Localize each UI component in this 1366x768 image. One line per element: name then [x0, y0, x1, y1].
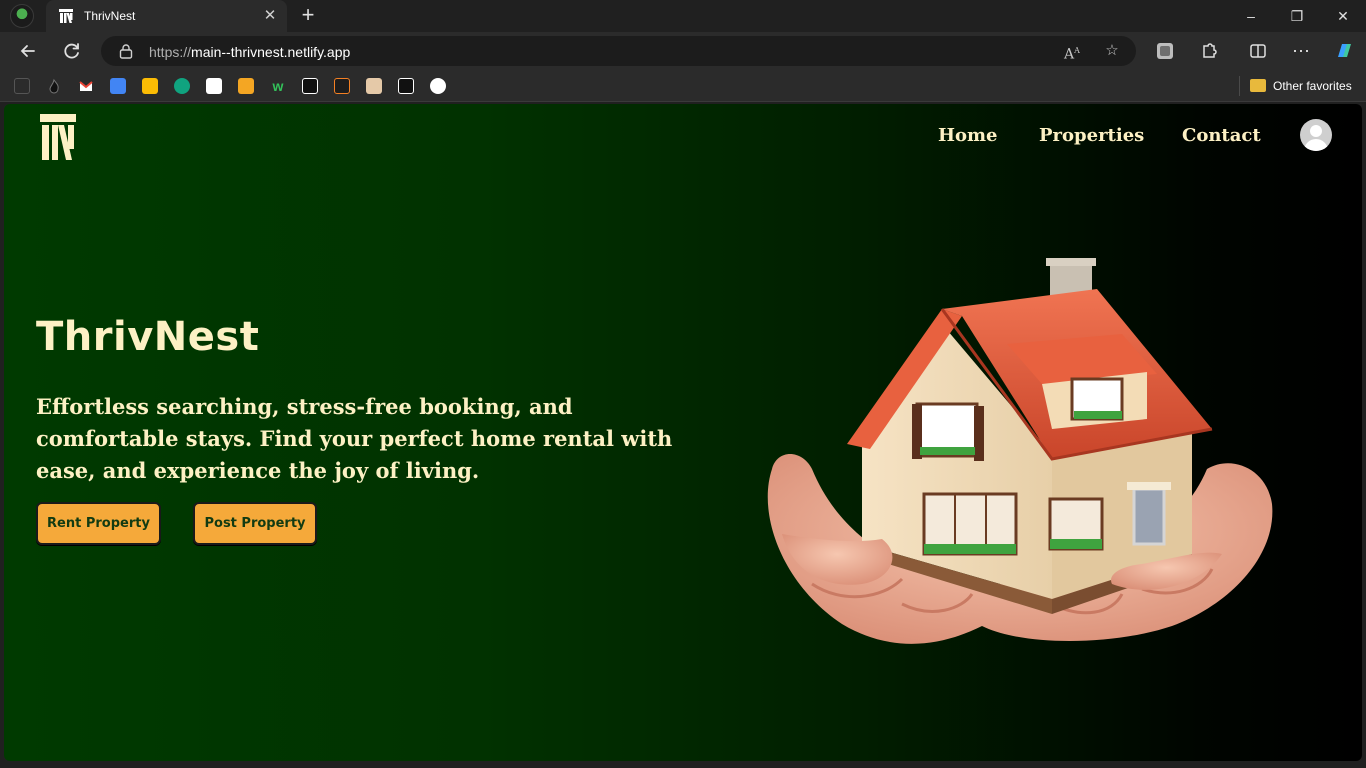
bookmark-bookmark-icon[interactable]: [238, 78, 254, 94]
bookmark-flame-icon[interactable]: [46, 78, 62, 94]
browser-toolbar: https://main--thrivnest.netlify.app AA ☆…: [0, 32, 1366, 70]
thrivnest-logo[interactable]: [40, 114, 76, 160]
folder-icon[interactable]: [1250, 79, 1266, 92]
bookmark-cc-icon[interactable]: [366, 78, 382, 94]
bookmark-keep-icon[interactable]: [142, 78, 158, 94]
split-screen-icon[interactable]: [1244, 37, 1272, 65]
minimize-button[interactable]: –: [1228, 0, 1274, 32]
url-host: main--thrivnest.netlify.app: [191, 44, 351, 60]
address-bar[interactable]: https://main--thrivnest.netlify.app AA ☆: [101, 36, 1136, 66]
hero-title: ThrivNest: [36, 314, 260, 360]
wallet-icon[interactable]: [1151, 37, 1179, 65]
other-favorites-link[interactable]: Other favorites: [1273, 79, 1352, 93]
bookmarks-bar: w Other favorites: [0, 70, 1366, 102]
new-tab-button[interactable]: +: [297, 4, 319, 27]
refresh-icon[interactable]: [58, 37, 86, 65]
nav-contact[interactable]: Contact: [1182, 125, 1261, 146]
bookmark-stackoverflow-icon[interactable]: [334, 78, 350, 94]
url-scheme: https://: [149, 44, 192, 60]
restore-button[interactable]: ❐: [1274, 0, 1320, 32]
bookmark-news-icon[interactable]: [398, 78, 414, 94]
bookmark-w-icon[interactable]: w: [270, 78, 286, 94]
browser-tab[interactable]: ThrivNest ✕: [46, 0, 287, 32]
close-window-button[interactable]: ✕: [1320, 0, 1366, 32]
browser-title-bar: ThrivNest ✕ + – ❐ ✕: [0, 0, 1366, 32]
bookmarks-divider: [1239, 76, 1240, 96]
bookmark-r-icon[interactable]: [302, 78, 318, 94]
post-property-button[interactable]: Post Property: [193, 502, 317, 545]
more-options-icon[interactable]: ⋯: [1287, 37, 1315, 65]
bookmark-translate-icon[interactable]: [110, 78, 126, 94]
hero-subtitle: Effortless searching, stress-free bookin…: [36, 394, 673, 483]
nav-home[interactable]: Home: [938, 125, 998, 146]
extensions-icon[interactable]: [1195, 37, 1223, 65]
bookmark-github-icon[interactable]: [430, 78, 446, 94]
bookmark-apps-icon[interactable]: [14, 78, 30, 94]
read-aloud-icon[interactable]: AA: [1062, 41, 1082, 63]
copilot-icon[interactable]: [1330, 37, 1358, 65]
favorite-star-icon[interactable]: ☆: [1102, 41, 1122, 61]
nav-properties[interactable]: Properties: [1039, 125, 1144, 146]
tab-close-icon[interactable]: ✕: [261, 7, 279, 25]
house-in-hands-image: [767, 258, 1273, 644]
tab-title: ThrivNest: [84, 9, 136, 23]
url-text[interactable]: https://main--thrivnest.netlify.app: [149, 44, 350, 60]
rent-property-button[interactable]: Rent Property: [36, 502, 161, 545]
user-avatar-icon[interactable]: [1300, 119, 1332, 151]
bookmark-chatgpt-icon[interactable]: [174, 78, 190, 94]
bookmark-codepen-icon[interactable]: [206, 78, 222, 94]
bottom-window-edge: [0, 762, 1366, 768]
bookmark-gmail-icon[interactable]: [78, 78, 94, 94]
thrivnest-favicon-icon: [59, 9, 73, 23]
back-icon[interactable]: [14, 37, 42, 65]
lock-icon[interactable]: [119, 43, 133, 59]
page-viewport: Home Properties Contact ThrivNest Effort…: [4, 104, 1362, 761]
profile-avatar[interactable]: [10, 4, 34, 28]
